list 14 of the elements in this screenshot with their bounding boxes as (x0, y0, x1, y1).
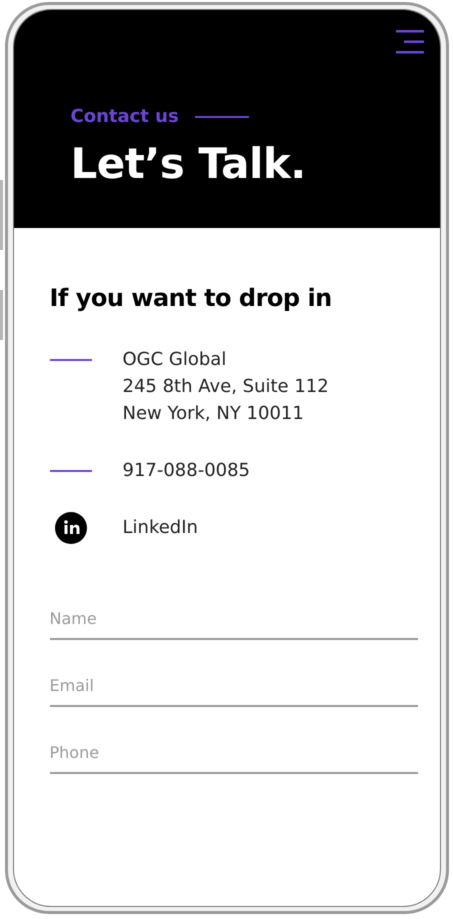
menu-icon[interactable] (396, 30, 424, 54)
page-title: Let’s Talk. (70, 139, 307, 188)
input-field[interactable]: Phone (50, 735, 418, 774)
accent-line (50, 358, 92, 360)
input-field[interactable]: Email (50, 668, 418, 707)
contact-text: OGC Global 245 8th Ave, Suite 112 New York, NY 10011 (122, 348, 329, 426)
linkedin-icon[interactable] (54, 512, 86, 544)
contact-text: LinkedIn (122, 516, 198, 540)
input-field[interactable]: Name (50, 601, 418, 640)
accent-line (50, 470, 92, 472)
contact-text: 917-088-0085 (122, 459, 250, 483)
eyebrow-label: Contact us (70, 106, 179, 127)
section-heading: If you want to drop in (50, 284, 333, 312)
accent-line (194, 116, 249, 118)
